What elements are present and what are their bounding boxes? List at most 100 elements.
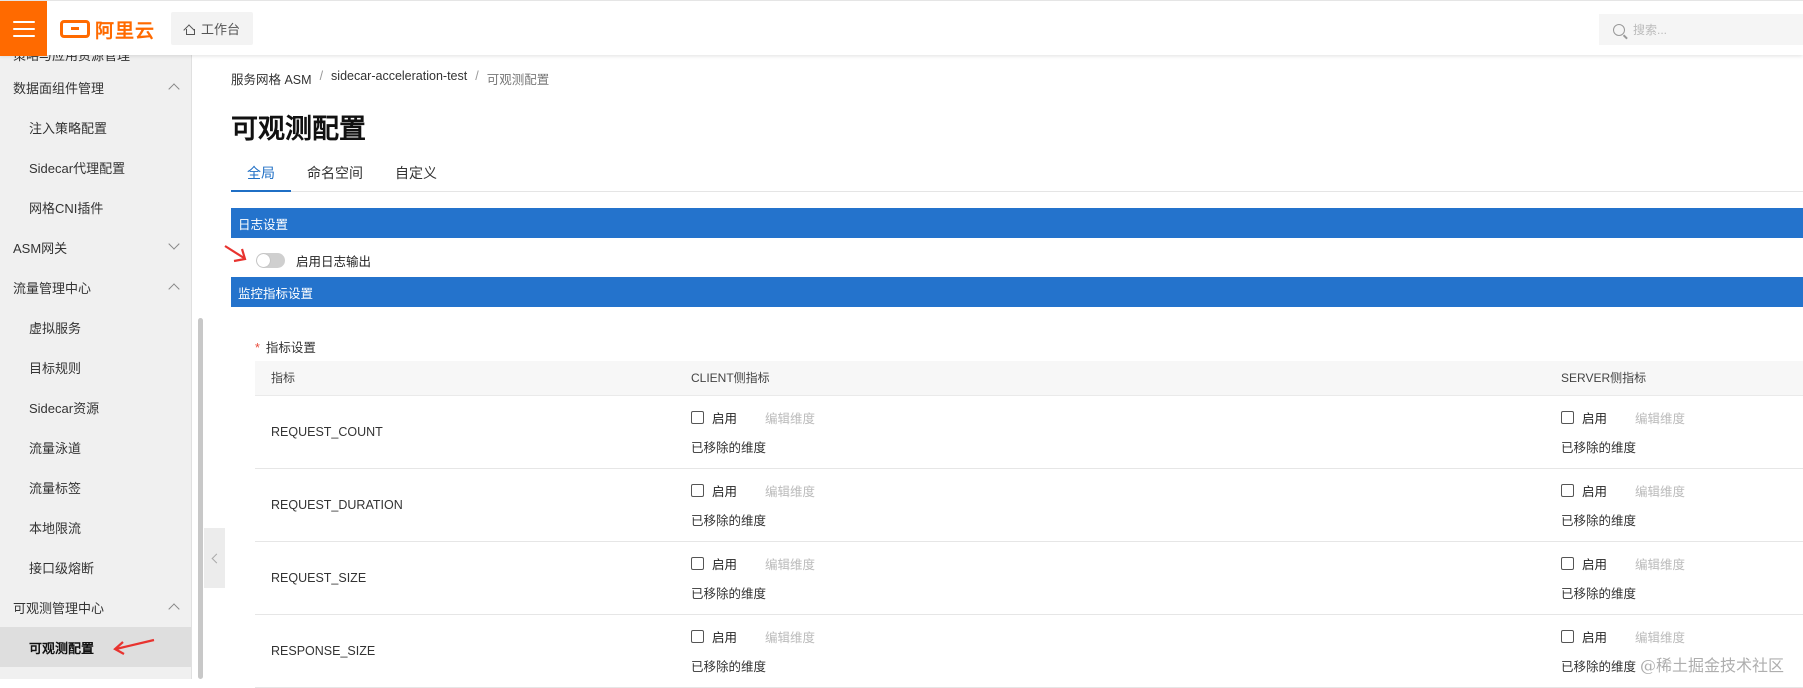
server-enable-checkbox[interactable]	[1561, 556, 1574, 570]
chevron-up-icon	[168, 283, 180, 295]
table-header-row: 指标 CLIENT侧指标 SERVER侧指标	[255, 361, 1803, 396]
table-row: REQUEST_SIZE 启用 编辑维度 已移除的维度 启用 编辑维度 已移除的…	[255, 541, 1803, 615]
breadcrumb-item-asm[interactable]: 服务网格 ASM	[231, 69, 312, 88]
sidebar-item-circuit-breaker[interactable]: 接口级熔断	[0, 547, 191, 587]
search-icon	[1613, 23, 1625, 36]
main-content: 服务网格 ASM / sidecar-acceleration-test / 可…	[224, 55, 1803, 688]
sidebar-item-cut[interactable]: 策略与应用资源管理	[13, 55, 130, 64]
sidebar-group-label: 流量管理中心	[13, 280, 92, 296]
table-row: RESPONSE_SIZE 启用 编辑维度 已移除的维度 启用 编辑维度 已移除…	[255, 614, 1803, 688]
sidebar-group-traffic[interactable]: 流量管理中心	[0, 267, 191, 307]
sidebar: 策略与应用资源管理 数据面组件管理 注入策略配置 Sidecar代理配置 网格C…	[0, 55, 192, 679]
client-edit-dimension-link[interactable]: 编辑维度	[765, 481, 815, 500]
tab-custom[interactable]: 自定义	[379, 162, 453, 192]
breadcrumb-item-mesh[interactable]: sidecar-acceleration-test	[331, 69, 467, 88]
breadcrumb-item-current: 可观测配置	[486, 73, 550, 87]
tab-namespace[interactable]: 命名空间	[291, 162, 379, 192]
sidebar-scrollbar[interactable]	[198, 318, 203, 679]
metric-name: REQUEST_DURATION	[271, 497, 403, 512]
aliyun-logo[interactable]: 阿里云	[60, 16, 155, 42]
client-edit-dimension-link[interactable]: 编辑维度	[765, 627, 815, 646]
sidebar-item-label: 虚拟服务	[29, 320, 82, 336]
annotation-arrow-icon	[224, 245, 247, 263]
sidebar-item-label: Sidecar资源	[29, 400, 100, 416]
client-enable-checkbox[interactable]	[691, 410, 704, 424]
aliyun-logo-icon	[60, 20, 90, 38]
sidebar-collapse-button[interactable]	[204, 528, 225, 588]
metrics-table: 指标 CLIENT侧指标 SERVER侧指标 REQUEST_COUNT 启用 …	[255, 361, 1803, 688]
search-box[interactable]	[1599, 14, 1803, 45]
sidebar-item-traffic-lane[interactable]: 流量泳道	[0, 427, 191, 467]
server-edit-dimension-link[interactable]: 编辑维度	[1635, 408, 1685, 427]
sidebar-item-sidecar-proxy[interactable]: Sidecar代理配置	[0, 147, 191, 187]
sidebar-item-local-ratelimit[interactable]: 本地限流	[0, 507, 191, 547]
server-enable-label: 启用	[1582, 557, 1608, 572]
log-output-toggle-row: 启用日志输出	[256, 251, 371, 270]
sidebar-item-traffic-label[interactable]: 流量标签	[0, 467, 191, 507]
sidebar-group-observability[interactable]: 可观测管理中心	[0, 587, 191, 627]
client-enable-label: 启用	[712, 630, 738, 645]
table-row: REQUEST_DURATION 启用 编辑维度 已移除的维度 启用 编辑维度 …	[255, 468, 1803, 542]
server-enable-label: 启用	[1582, 411, 1608, 426]
sidebar-item-label: 接口级熔断	[29, 560, 95, 576]
server-enable-checkbox[interactable]	[1561, 483, 1574, 497]
breadcrumb-separator: /	[319, 69, 324, 83]
breadcrumb: 服务网格 ASM / sidecar-acceleration-test / 可…	[231, 69, 549, 88]
workbench-label: 工作台	[201, 22, 241, 37]
page-title: 可观测配置	[231, 114, 366, 144]
server-edit-dimension-link[interactable]: 编辑维度	[1635, 627, 1685, 646]
log-output-switch[interactable]	[256, 253, 285, 268]
server-edit-dimension-link[interactable]: 编辑维度	[1635, 481, 1685, 500]
sidebar-item-label: 本地限流	[29, 520, 82, 536]
tab-bar: 全局 命名空间 自定义	[231, 162, 1803, 192]
sidebar-group-dataplane[interactable]: 数据面组件管理	[0, 67, 191, 107]
table-row: REQUEST_COUNT 启用 编辑维度 已移除的维度 启用 编辑维度 已移除…	[255, 395, 1803, 469]
client-enable-checkbox[interactable]	[691, 629, 704, 643]
sidebar-item-observability-config[interactable]: 可观测配置	[0, 627, 191, 667]
sidebar-group-asm-gateway[interactable]: ASM网关	[0, 227, 191, 267]
sidebar-item-label: 流量泳道	[29, 440, 82, 456]
client-edit-dimension-link[interactable]: 编辑维度	[765, 408, 815, 427]
chevron-left-icon	[211, 553, 221, 563]
tab-global[interactable]: 全局	[231, 162, 291, 192]
client-enable-checkbox[interactable]	[691, 556, 704, 570]
client-enable-label: 启用	[712, 411, 738, 426]
client-removed-dimension: 已移除的维度	[691, 440, 767, 455]
metric-setting-label: * 指标设置	[255, 337, 316, 356]
sidebar-group-label: 数据面组件管理	[13, 80, 105, 96]
client-enable-checkbox[interactable]	[691, 483, 704, 497]
sidebar-item-virtual-service[interactable]: 虚拟服务	[0, 307, 191, 347]
sidebar-item-label: 网格CNI插件	[29, 200, 104, 216]
server-enable-label: 启用	[1582, 630, 1608, 645]
log-output-label: 启用日志输出	[296, 255, 372, 269]
monitor-section-header: 监控指标设置	[231, 277, 1803, 307]
annotation-arrow-icon	[113, 638, 155, 655]
sidebar-item-label: 目标规则	[29, 360, 82, 376]
column-header-client: CLIENT侧指标	[691, 361, 1561, 396]
sidebar-item-cni-plugin[interactable]: 网格CNI插件	[0, 187, 191, 227]
sidebar-item-sidecar-resource[interactable]: Sidecar资源	[0, 387, 191, 427]
search-input[interactable]	[1633, 22, 1783, 37]
sidebar-item-destination-rule[interactable]: 目标规则	[0, 347, 191, 387]
sidebar-item-injection-policy[interactable]: 注入策略配置	[0, 107, 191, 147]
server-removed-dimension: 已移除的维度	[1561, 586, 1637, 601]
metric-name: RESPONSE_SIZE	[271, 643, 376, 658]
column-header-metric: 指标	[255, 361, 691, 396]
server-enable-checkbox[interactable]	[1561, 410, 1574, 424]
column-header-server: SERVER侧指标	[1561, 361, 1803, 396]
sidebar-group-label: 可观测管理中心	[13, 600, 105, 616]
client-edit-dimension-link[interactable]: 编辑维度	[765, 554, 815, 573]
sidebar-item-label: Sidecar代理配置	[29, 160, 126, 176]
menu-icon[interactable]	[0, 1, 47, 56]
workbench-button[interactable]: 工作台	[171, 12, 254, 45]
server-enable-checkbox[interactable]	[1561, 629, 1574, 643]
chevron-down-icon	[168, 238, 180, 250]
client-enable-label: 启用	[712, 557, 738, 572]
sidebar-item-label: 可观测配置	[29, 640, 95, 656]
metric-name: REQUEST_SIZE	[271, 570, 367, 585]
server-edit-dimension-link[interactable]: 编辑维度	[1635, 554, 1685, 573]
log-section-header: 日志设置	[231, 208, 1803, 238]
chevron-up-icon	[168, 83, 180, 95]
home-icon	[184, 24, 195, 35]
server-enable-label: 启用	[1582, 484, 1608, 499]
